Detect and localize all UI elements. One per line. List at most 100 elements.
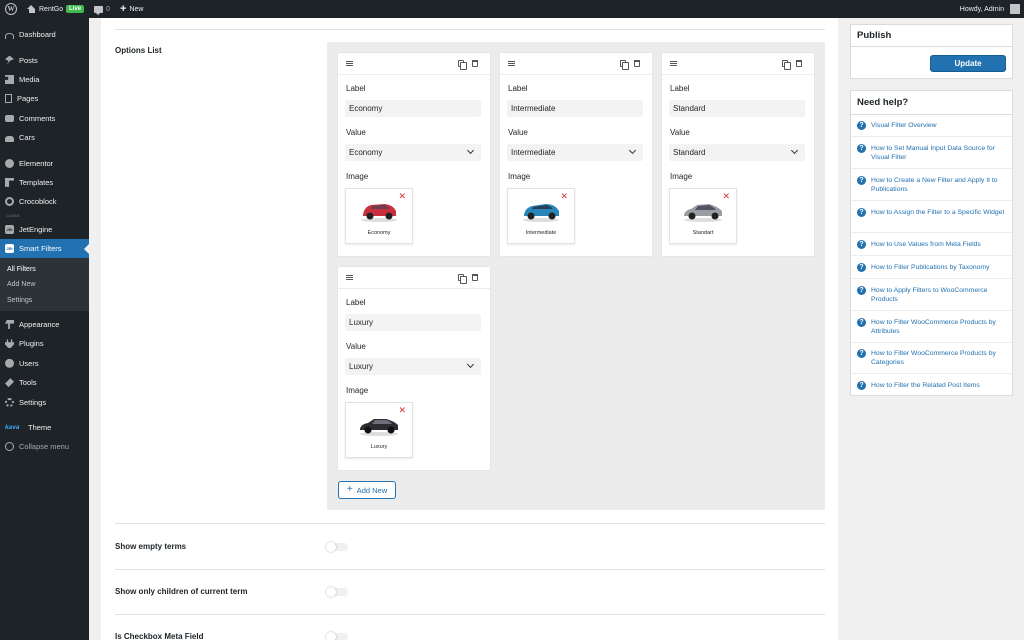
- brush-icon: [5, 319, 14, 329]
- trash-icon[interactable]: [472, 60, 478, 67]
- image-file-caption: Economy: [367, 230, 391, 236]
- help-link-text: Visual Filter Overview: [871, 122, 937, 129]
- sidebar-item-label: Plugins: [19, 339, 44, 349]
- divider: [851, 200, 1012, 201]
- sidebar-item-users[interactable]: Users: [0, 354, 89, 373]
- value-select[interactable]: Standard: [669, 144, 805, 161]
- show-only-children-toggle[interactable]: [326, 587, 348, 597]
- help-link[interactable]: ? How to Assign the Filter to a Specific …: [857, 208, 1009, 217]
- submenu-add-new[interactable]: Add New: [0, 277, 89, 293]
- drag-handle-icon[interactable]: [346, 61, 353, 66]
- sidebar-item-crocoblock[interactable]: Crocoblock: [0, 192, 89, 211]
- sidebar-item-settings[interactable]: Settings: [0, 392, 89, 411]
- plugin-icon: [5, 339, 14, 349]
- submenu-settings[interactable]: Settings: [0, 292, 89, 308]
- submenu-all-filters[interactable]: All Filters: [0, 261, 89, 277]
- label-input[interactable]: Standard: [669, 100, 805, 117]
- remove-image-icon[interactable]: ✕: [722, 192, 730, 201]
- label-input[interactable]: Intermediate: [507, 100, 643, 117]
- divider: [851, 373, 1012, 374]
- remove-image-icon[interactable]: ✕: [398, 406, 406, 415]
- help-link[interactable]: ? How to Filter WooCommerce Products by C…: [857, 349, 1009, 367]
- trash-icon[interactable]: [796, 60, 802, 67]
- sidebar-item-theme[interactable]: kava Theme: [0, 418, 89, 437]
- comment-icon: [94, 5, 104, 15]
- account-menu[interactable]: Howdy, Admin: [955, 0, 1024, 18]
- remove-image-icon[interactable]: ✕: [398, 192, 406, 201]
- copy-icon[interactable]: [458, 60, 467, 70]
- sidebar-item-dashboard[interactable]: Dashboard: [0, 25, 89, 44]
- show-empty-terms-toggle[interactable]: [326, 542, 348, 552]
- question-icon: ?: [857, 286, 866, 295]
- question-icon: ?: [857, 144, 866, 153]
- sidebar-item-label: Pages: [17, 94, 39, 104]
- new-content-menu[interactable]: + New: [115, 0, 148, 18]
- sidebar-item-elementor[interactable]: Elementor: [0, 153, 89, 172]
- image-caption: Image: [346, 172, 369, 181]
- copy-icon[interactable]: [620, 60, 629, 70]
- sidebar-item-pages[interactable]: Pages: [0, 89, 89, 108]
- question-icon: ?: [857, 240, 866, 249]
- help-link[interactable]: ? How to Set Manual Input Data Source for…: [857, 144, 1009, 162]
- label-input[interactable]: Economy: [345, 100, 481, 117]
- plus-icon: +: [120, 2, 127, 15]
- help-link[interactable]: ? How to Filter the Related Post Items: [857, 381, 1009, 390]
- help-link[interactable]: ? How to Create a New Filter and Apply It…: [857, 176, 1009, 194]
- help-link[interactable]: ? How to Use Values from Meta Fields: [857, 240, 1009, 249]
- pin-icon: [5, 55, 14, 65]
- value-select[interactable]: Economy: [345, 144, 481, 161]
- sidebar-item-smart-filters[interactable]: JEt Smart Filters: [0, 238, 89, 259]
- value-select-text: Standard: [673, 148, 706, 157]
- value-caption: Value: [508, 128, 528, 137]
- image-preview[interactable]: ✕ Luxury: [345, 402, 413, 458]
- add-new-option-button[interactable]: + Add New: [338, 481, 396, 499]
- sidebar-item-label: Templates: [19, 177, 54, 187]
- copy-icon[interactable]: [458, 274, 467, 284]
- wp-logo-menu[interactable]: W: [0, 0, 22, 18]
- sidebar-item-templates[interactable]: Templates: [0, 173, 89, 192]
- is-checkbox-meta-toggle[interactable]: [326, 632, 348, 640]
- copy-icon[interactable]: [782, 60, 791, 70]
- sidebar-item-comments[interactable]: Comments: [0, 109, 89, 128]
- option-card-header: [338, 267, 490, 289]
- sidebar-item-posts[interactable]: Posts: [0, 50, 89, 69]
- trash-icon[interactable]: [472, 274, 478, 281]
- jet-icon: JEt: [5, 224, 14, 234]
- comments-menu[interactable]: 0: [89, 0, 115, 18]
- update-button[interactable]: Update: [930, 55, 1006, 72]
- site-name-menu[interactable]: RentGo Live: [22, 0, 89, 18]
- sidebar-item-jetengine[interactable]: JEt JetEngine: [0, 220, 89, 239]
- divider: [851, 310, 1012, 311]
- remove-image-icon[interactable]: ✕: [560, 192, 568, 201]
- options-repeater: Label Economy Value Economy Image ✕ Econ…: [327, 42, 825, 510]
- label-input[interactable]: Luxury: [345, 314, 481, 331]
- help-link[interactable]: ? How to Filter WooCommerce Products by A…: [857, 318, 1009, 336]
- help-box: Need help? ? Visual Filter Overview ? How …: [850, 90, 1013, 396]
- sidebar-item-label: Collapse menu: [19, 442, 70, 452]
- drag-handle-icon[interactable]: [508, 61, 515, 66]
- image-preview[interactable]: ✕ Standart: [669, 188, 737, 244]
- question-icon: ?: [857, 318, 866, 327]
- sidebar-item-label: Users: [19, 358, 39, 368]
- drag-handle-icon[interactable]: [670, 61, 677, 66]
- value-select[interactable]: Intermediate: [507, 144, 643, 161]
- help-link[interactable]: ? How to Filter Publications by Taxonomy: [857, 263, 1009, 272]
- sidebar-item-tools[interactable]: Tools: [0, 373, 89, 392]
- help-link[interactable]: ? How to Apply Filters to WooCommerce Pro…: [857, 286, 1009, 304]
- sidebar-item-media[interactable]: Media: [0, 70, 89, 89]
- drag-handle-icon[interactable]: [346, 275, 353, 280]
- question-icon: ?: [857, 208, 866, 217]
- sidebar-item-cars[interactable]: Cars: [0, 128, 89, 147]
- sidebar-item-appearance[interactable]: Appearance: [0, 315, 89, 334]
- sidebar-item-label: Settings: [19, 397, 47, 407]
- collapse-menu-button[interactable]: Collapse menu: [0, 437, 89, 456]
- help-link[interactable]: ? Visual Filter Overview: [857, 121, 1009, 130]
- trash-icon[interactable]: [634, 60, 640, 67]
- sidebar-item-plugins[interactable]: Plugins: [0, 334, 89, 353]
- image-preview[interactable]: ✕ Intermediate: [507, 188, 575, 244]
- value-select[interactable]: Luxury: [345, 358, 481, 375]
- smart-filters-submenu: All Filters Add New Settings: [0, 258, 89, 311]
- car-image: [523, 204, 559, 222]
- image-preview[interactable]: ✕ Economy: [345, 188, 413, 244]
- sidebar-item-label: Posts: [19, 55, 38, 65]
